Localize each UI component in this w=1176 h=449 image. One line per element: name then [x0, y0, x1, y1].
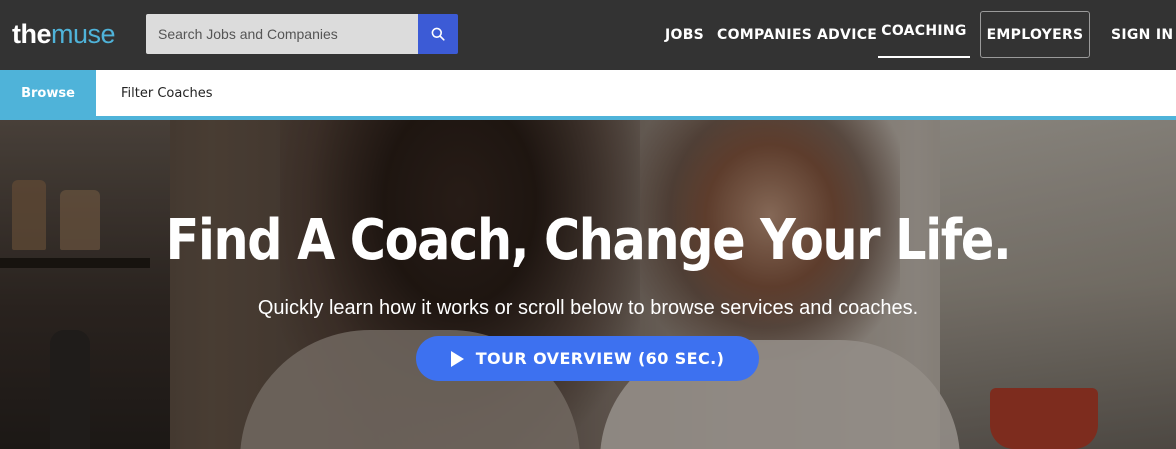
hero-dark-overlay	[0, 120, 1176, 449]
nav-coaching[interactable]: COACHING	[878, 0, 970, 58]
nav-advice[interactable]: ADVICE	[817, 0, 877, 70]
employers-button[interactable]: EMPLOYERS	[980, 11, 1090, 58]
search-button[interactable]	[418, 14, 458, 54]
top-navigation-bar: themuse JOBS COMPANIES ADVICE COACHING E…	[0, 0, 1176, 70]
coaching-subnav: Browse Filter Coaches	[0, 70, 1176, 116]
hero-banner: Find A Coach, Change Your Life. Quickly …	[0, 120, 1176, 449]
hero-title: Find A Coach, Change Your Life.	[165, 208, 1012, 273]
tour-overview-label: TOUR OVERVIEW (60 SEC.)	[475, 349, 725, 368]
search-input[interactable]	[146, 14, 418, 54]
tab-filter-coaches[interactable]: Filter Coaches	[121, 70, 212, 116]
tab-browse[interactable]: Browse	[0, 70, 96, 116]
search-icon	[431, 27, 445, 41]
themuse-logo[interactable]: themuse	[12, 19, 116, 49]
hero-subtitle: Quickly learn how it works or scroll bel…	[257, 297, 919, 319]
nav-jobs[interactable]: JOBS	[665, 0, 704, 70]
logo-text-the: the	[12, 19, 52, 49]
sign-in-link[interactable]: SIGN IN	[1111, 0, 1173, 70]
nav-companies[interactable]: COMPANIES	[717, 0, 812, 70]
tour-overview-button[interactable]: TOUR OVERVIEW (60 SEC.)	[416, 336, 759, 381]
play-icon	[450, 350, 464, 367]
logo-text-muse: muse	[51, 19, 116, 49]
search-bar	[146, 14, 458, 54]
